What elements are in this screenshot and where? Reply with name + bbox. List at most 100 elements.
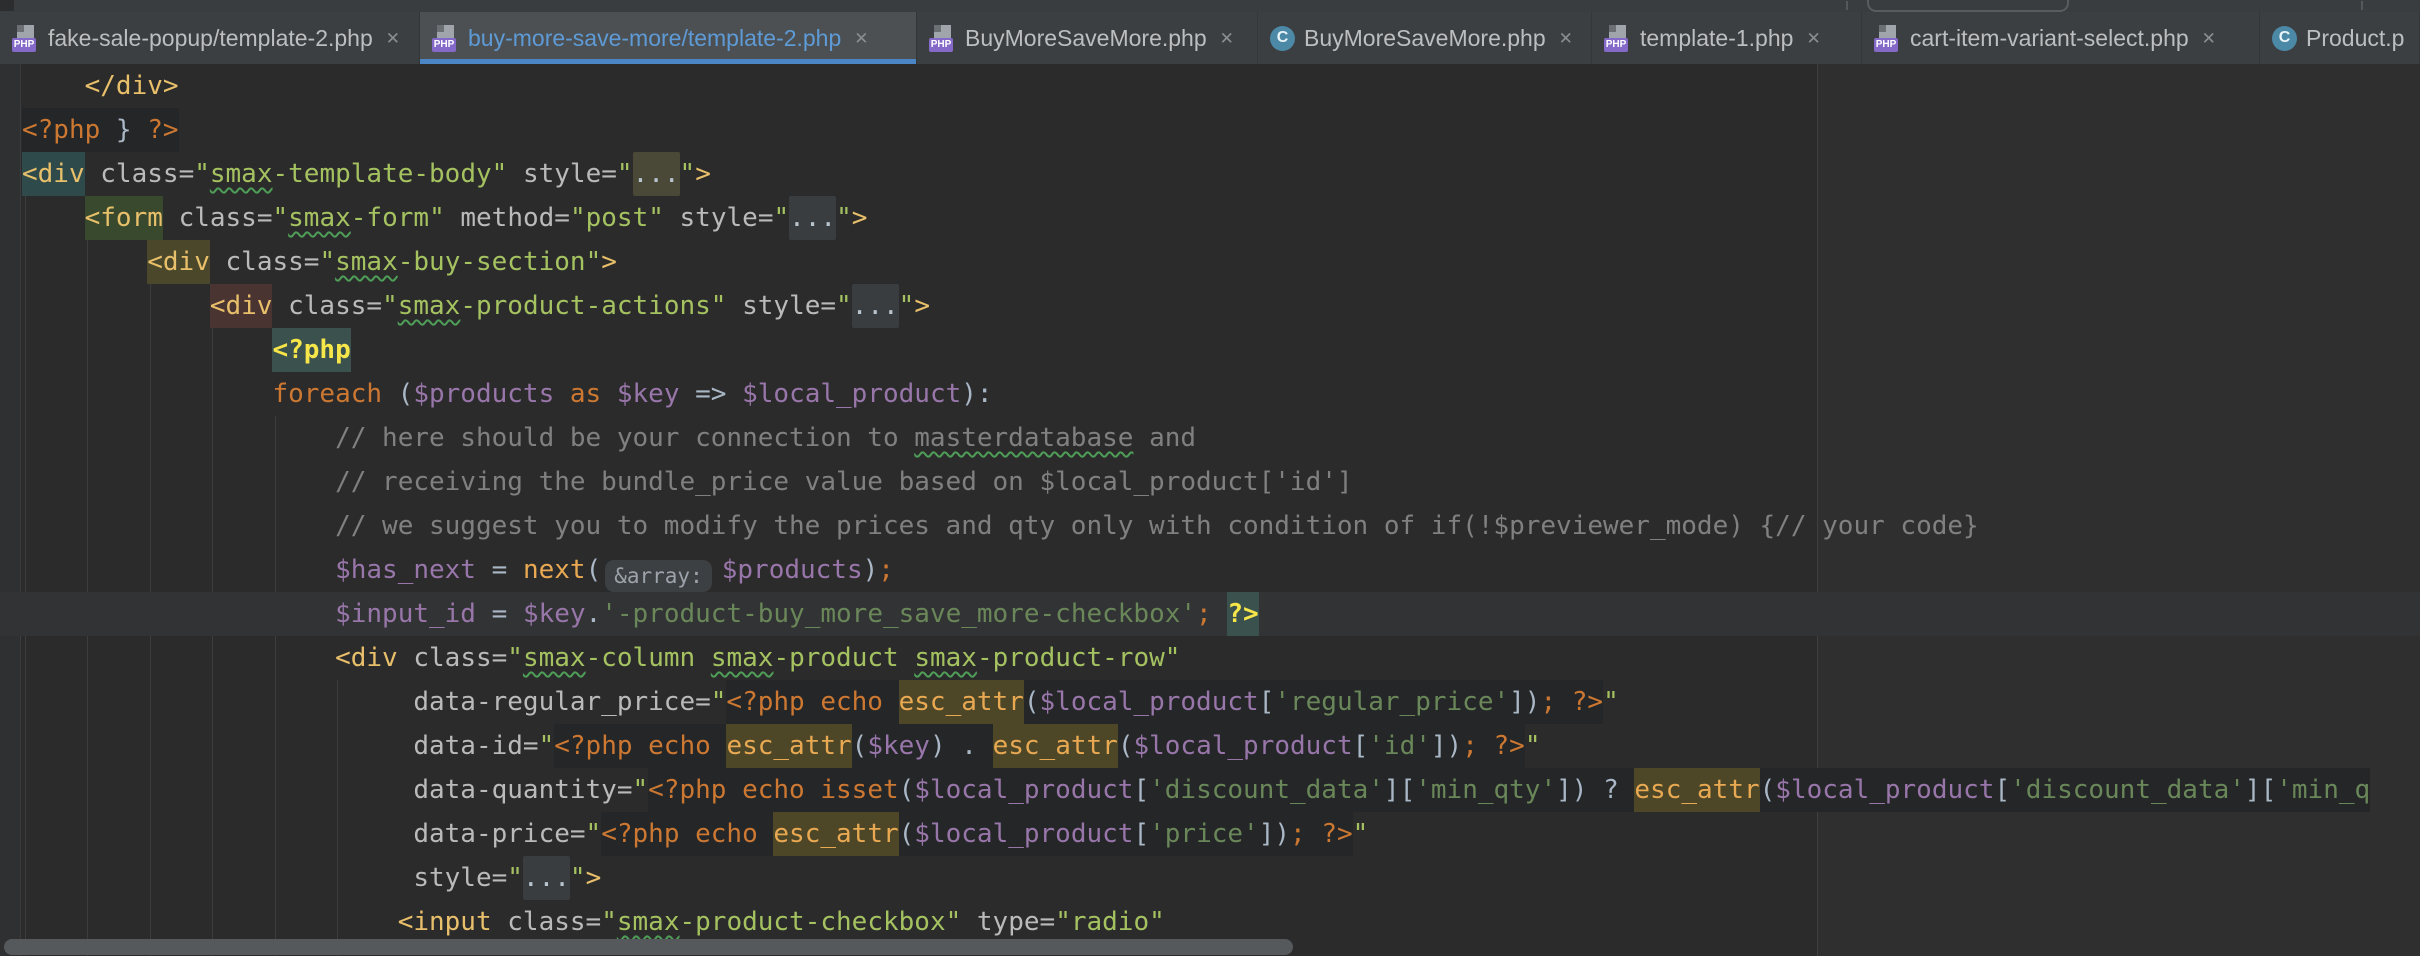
code-token: class (413, 643, 492, 673)
code-line[interactable]: data-quantity="<?php echo isset($local_p… (0, 768, 2420, 812)
code-token: [ (1258, 680, 1275, 724)
code-line[interactable]: <?php (0, 328, 2420, 372)
code-token: ; (1290, 812, 1306, 856)
code-token: = (491, 643, 508, 673)
code-token: <?php (22, 108, 101, 152)
code-token: <div (147, 240, 210, 284)
code-line[interactable]: foreach ($products as $key => $local_pro… (0, 372, 2420, 416)
code-token: ... (632, 152, 680, 196)
tab-close-icon[interactable]: ✕ (1559, 30, 1573, 47)
toolbar-notch (0, 0, 14, 11)
editor-tab[interactable]: PHP buy-more-save-more/template-2.php ✕ (420, 12, 917, 64)
editor-tab[interactable]: PHP cart-item-variant-select.php ✕ (1862, 12, 2260, 64)
code-token (1556, 680, 1572, 724)
code-line[interactable]: // we suggest you to modify the prices a… (0, 504, 2420, 548)
tab-label: Product.p (2306, 24, 2405, 51)
editor-tab[interactable]: PHP template-1.php ✕ (1592, 12, 1862, 64)
code-token: data-quantity (413, 775, 617, 805)
code-line[interactable]: <div class="smax-buy-section"> (0, 240, 2420, 284)
code-token: <div (22, 152, 85, 196)
code-line[interactable]: // receiving the bundle_price value base… (0, 460, 2420, 504)
code-token: -product (773, 643, 915, 673)
code-token: $products (721, 555, 863, 585)
code-token: " (382, 291, 398, 321)
editor-tab[interactable]: C Product.p (2260, 12, 2420, 64)
code-token: <?php (648, 768, 743, 812)
tab-close-icon[interactable]: ✕ (854, 30, 868, 47)
code-token: ][ (1383, 768, 1416, 812)
code-line[interactable]: // here should be your connection to mas… (0, 416, 2420, 460)
code-token: ( (585, 555, 602, 585)
code-line[interactable]: data-price="<?php echo esc_attr($local_p… (0, 812, 2420, 856)
code-line[interactable]: <form class="smax-form" method="post" st… (0, 196, 2420, 240)
code-token: $local_product (1039, 680, 1259, 724)
code-token: = (820, 291, 837, 321)
caret-line[interactable]: $input_id = $key.'-product-buy_more_save… (0, 592, 2420, 636)
code-token: $local_product (914, 812, 1134, 856)
code-token: " (679, 159, 696, 189)
tab-close-icon[interactable]: ✕ (1220, 30, 1234, 47)
editor-tab[interactable]: PHP BuyMoreSaveMore.php ✕ (917, 12, 1258, 64)
code-token: masterdatabase (914, 423, 1134, 453)
tab-label: fake-sale-popup/template-2.php (48, 24, 373, 51)
code-token: ]) (1509, 680, 1541, 724)
code-token: ): (961, 379, 993, 409)
code-token: -column (585, 643, 711, 673)
toolbar-divider-tick (1846, 1, 1848, 10)
code-token: <div (209, 284, 273, 328)
editor-tab[interactable]: C BuyMoreSaveMore.php ✕ (1258, 12, 1592, 64)
tab-label: buy-more-save-more/template-2.php (468, 24, 842, 51)
editor-tab[interactable]: PHP fake-sale-popup/template-2.php ✕ (0, 12, 420, 64)
code-token: " (429, 203, 445, 233)
code-token: = (601, 159, 617, 189)
code-token: as (569, 379, 602, 409)
code-token: ]) (1556, 768, 1588, 812)
code-line[interactable]: <div class="smax-product-actions" style=… (0, 284, 2420, 328)
code-token: and (1133, 423, 1197, 453)
code-token: [ (1133, 812, 1150, 856)
code-token: . (585, 599, 602, 629)
code-token: ... (522, 856, 570, 900)
code-token: ? (1587, 768, 1635, 812)
code-token: class (178, 203, 257, 233)
code-line[interactable]: data-regular_price="<?php echo esc_attr(… (0, 680, 2420, 724)
code-token: echo (648, 724, 727, 768)
code-token: esc_attr (726, 724, 852, 768)
code-token: <?php (726, 680, 821, 724)
code-line[interactable]: <div class="smax-template-body" style=".… (0, 152, 2420, 196)
code-token: > (695, 159, 711, 189)
code-token: ( (851, 724, 868, 768)
code-token: class (288, 291, 367, 321)
tab-close-icon[interactable]: ✕ (386, 30, 400, 47)
code-token: = (522, 731, 539, 761)
code-token: 'discount_data' (1149, 768, 1384, 812)
code-line[interactable]: data-id="<?php echo esc_attr($key) . esc… (0, 724, 2420, 768)
code-token: = (475, 555, 523, 585)
code-line[interactable]: style="..."> (0, 856, 2420, 900)
code-line[interactable]: <div class="smax-column smax-product sma… (0, 636, 2420, 680)
editor[interactable]: </div> <?php } ?> <div class="smax-templat… (0, 64, 2420, 956)
code-token: > (851, 203, 868, 233)
tab-close-icon[interactable]: ✕ (2202, 30, 2216, 47)
code-line[interactable]: $has_next = next(&array: $products); (0, 548, 2420, 592)
code-token: esc_attr (1634, 768, 1760, 812)
code-token: -product-actions (460, 291, 711, 321)
toolbar-divider-tick (2361, 1, 2363, 10)
horizontal-scrollbar-thumb[interactable] (4, 939, 1293, 955)
code-token: ?> (1571, 680, 1604, 724)
code-line[interactable]: </div> (0, 64, 2420, 108)
code-token: smax (914, 643, 977, 673)
code-token: = (256, 203, 273, 233)
code-token: ]) (1430, 724, 1463, 768)
code-token: = (695, 687, 711, 717)
code-token: => (679, 379, 743, 409)
tab-close-icon[interactable]: ✕ (1806, 30, 1820, 47)
code-line[interactable]: <?php } ?> (0, 108, 2420, 152)
